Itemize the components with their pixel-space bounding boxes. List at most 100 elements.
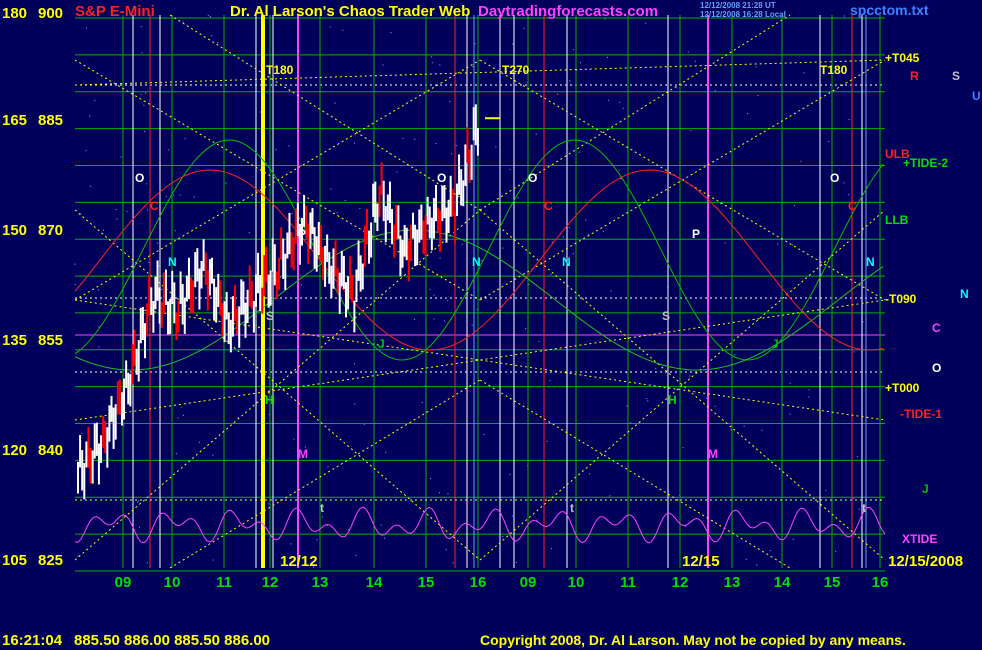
letter-marker-label: N xyxy=(866,255,875,269)
star-dot xyxy=(145,183,148,185)
star-dot xyxy=(165,195,167,198)
star-dot xyxy=(808,389,810,391)
letter-marker-label: C xyxy=(544,199,553,213)
star-dot xyxy=(138,500,140,502)
star-dot xyxy=(546,440,548,442)
right-force-label: N xyxy=(960,287,969,301)
right-force-label: J xyxy=(922,482,929,496)
x-tick-label: 11 xyxy=(620,574,636,591)
letter-marker-label: M xyxy=(298,447,308,461)
x-tick-label: 11 xyxy=(216,574,232,591)
star-dot xyxy=(856,456,859,458)
x-tick-label: 12 xyxy=(262,574,279,591)
x-tick-label: 09 xyxy=(520,574,537,591)
star-dot xyxy=(141,52,143,54)
star-dot xyxy=(89,185,92,187)
star-dot xyxy=(97,289,100,291)
star-dot xyxy=(509,168,511,170)
star-dot xyxy=(858,508,860,510)
x-tick-label: 10 xyxy=(164,574,181,591)
star-dot xyxy=(431,56,433,58)
letter-marker-label: S xyxy=(662,309,670,323)
right-force-label: +T045 xyxy=(885,51,920,65)
star-dot xyxy=(421,401,423,404)
star-dot xyxy=(275,149,277,151)
star-dot xyxy=(94,99,96,102)
star-dot xyxy=(761,429,763,431)
y-right-tick-label: 825 xyxy=(38,552,63,569)
star-dot xyxy=(645,22,647,24)
y-left-tick-label: 165 xyxy=(2,112,27,129)
star-dot xyxy=(472,65,474,68)
star-dot xyxy=(144,130,146,133)
star-dot xyxy=(184,138,186,140)
star-dot xyxy=(140,26,142,28)
star-dot xyxy=(789,382,791,384)
star-dot xyxy=(433,294,435,296)
date-label: 12/15 xyxy=(682,553,720,570)
star-dot xyxy=(610,290,612,292)
right-force-label: -T090 xyxy=(885,292,917,306)
star-dot xyxy=(769,549,771,552)
star-dot xyxy=(502,247,504,249)
star-dot xyxy=(853,351,855,353)
chart-canvas: 180 900 S&P E-Mini Dr. Al Larson's Chaos Tr… xyxy=(2,1,981,649)
star-dot xyxy=(743,425,745,427)
star-dot xyxy=(390,32,392,34)
star-dot xyxy=(85,27,88,29)
star-dot xyxy=(225,182,227,184)
star-dot xyxy=(825,490,827,492)
star-dot xyxy=(606,56,609,58)
star-dot xyxy=(685,525,687,527)
star-dot xyxy=(525,328,527,330)
star-dot xyxy=(211,35,213,37)
letter-marker-label: P xyxy=(298,227,306,241)
star-dot xyxy=(578,151,580,153)
star-dot xyxy=(579,62,582,64)
star-dot xyxy=(828,140,830,143)
y-right-tick-label: 885 xyxy=(38,112,63,129)
star-dot xyxy=(136,501,139,503)
star-dot xyxy=(344,199,346,202)
star-dot xyxy=(800,160,802,162)
star-dot xyxy=(382,64,384,66)
star-dot xyxy=(443,320,446,322)
star-dot xyxy=(81,432,83,434)
star-dot xyxy=(146,209,148,211)
star-dot xyxy=(528,283,530,286)
star-dot xyxy=(388,152,390,154)
footer-time: 16:21:04 xyxy=(2,632,63,649)
star-dot xyxy=(316,539,318,541)
star-dot xyxy=(511,515,513,517)
star-dot xyxy=(745,558,747,561)
star-dot xyxy=(588,473,591,475)
star-dot xyxy=(517,197,519,199)
date-label: 12/15/2008 xyxy=(888,553,963,570)
star-dot xyxy=(288,145,290,147)
diagonal-dotted-line xyxy=(74,59,886,86)
x-tick-label: 12 xyxy=(672,574,689,591)
letter-marker-label: J xyxy=(378,337,385,351)
x-tick-label: 16 xyxy=(872,574,889,591)
star-dot xyxy=(572,253,574,255)
star-dot xyxy=(116,218,118,220)
star-dot xyxy=(336,212,338,214)
star-dot xyxy=(808,396,810,398)
letter-marker-label: N xyxy=(168,255,177,269)
star-dot xyxy=(622,107,624,109)
star-dot xyxy=(646,397,648,400)
star-dot xyxy=(843,182,845,184)
star-dot xyxy=(236,306,238,308)
star-dot xyxy=(687,51,689,53)
letter-marker-label: S xyxy=(266,309,274,323)
star-dot xyxy=(746,113,749,115)
right-force-label: U xyxy=(972,89,981,103)
letter-marker-label: J xyxy=(772,337,779,351)
y-right-tick-label: 840 xyxy=(38,442,63,459)
diagonal-dotted-line xyxy=(479,14,791,211)
data-file-name: spcctom.txt xyxy=(850,2,929,18)
star-dot xyxy=(694,60,696,62)
star-dot xyxy=(161,288,163,291)
timestamp-local: 12/12/2008 16:28 Local xyxy=(700,10,786,19)
star-dot xyxy=(803,72,805,74)
